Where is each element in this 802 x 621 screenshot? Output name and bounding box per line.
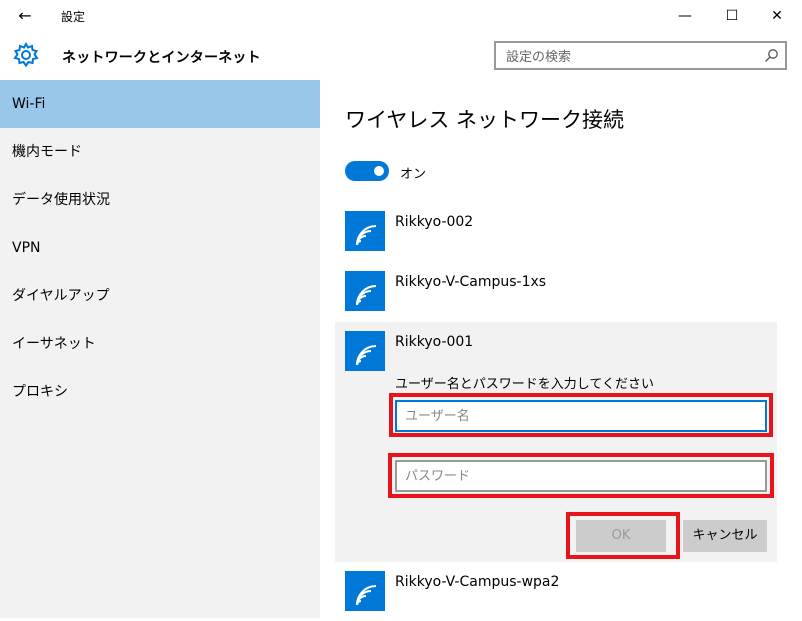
close-button[interactable]: ✕ [762, 4, 792, 28]
wifi-signal-icon [345, 331, 385, 371]
credentials-prompt: ユーザー名とパスワードを入力してください [395, 377, 654, 392]
wifi-signal-icon [345, 211, 385, 251]
settings-header: ネットワークとインターネット [0, 32, 802, 80]
network-name: Rikkyo-001 [395, 334, 474, 350]
sidebar-item-vpn[interactable]: VPN [0, 224, 320, 272]
section-title: ネットワークとインターネット [62, 50, 261, 66]
cancel-button[interactable]: キャンセル [683, 520, 767, 552]
network-name: Rikkyo-002 [395, 214, 474, 230]
sidebar-item-wifi[interactable]: Wi-Fi [0, 80, 320, 128]
search-box[interactable] [494, 41, 787, 70]
maximize-button[interactable]: ☐ [717, 4, 747, 28]
sidebar-item-dialup[interactable]: ダイヤルアップ [0, 272, 320, 320]
sidebar-item-ethernet[interactable]: イーサネット [0, 320, 320, 368]
network-item[interactable]: Rikkyo-002 [345, 211, 795, 261]
network-item[interactable]: Rikkyo-V-Campus-wpa2 [345, 571, 795, 621]
ok-highlight-box [566, 512, 680, 559]
gear-icon [13, 41, 39, 68]
network-item[interactable]: Rikkyo-V-Campus-1xs [345, 271, 795, 321]
sidebar: Wi-Fi 機内モード データ使用状況 VPN ダイヤルアップ イーサネット プ… [0, 80, 320, 618]
window-title: 設定 [61, 10, 86, 24]
page-title: ワイヤレス ネットワーク接続 [345, 108, 625, 132]
password-highlight-box [388, 453, 774, 498]
sidebar-item-airplane-mode[interactable]: 機内モード [0, 128, 320, 176]
sidebar-item-data-usage[interactable]: データ使用状況 [0, 176, 320, 224]
search-icon[interactable] [763, 48, 779, 64]
network-name: Rikkyo-V-Campus-wpa2 [395, 574, 560, 590]
username-highlight-box [389, 393, 773, 437]
sidebar-item-proxy[interactable]: プロキシ [0, 368, 320, 416]
back-arrow-icon[interactable]: ← [14, 6, 36, 26]
toggle-label: オン [400, 167, 427, 182]
minimize-button[interactable]: — [670, 4, 700, 28]
main-content: ワイヤレス ネットワーク接続 オン Rikkyo-002 Rikkyo-V-Ca… [320, 80, 802, 618]
search-input[interactable] [504, 47, 758, 67]
title-bar: ← 設定 — ☐ ✕ [0, 0, 802, 32]
wifi-signal-icon [345, 571, 385, 611]
wifi-toggle[interactable] [345, 161, 389, 181]
toggle-knob [374, 166, 384, 176]
wifi-signal-icon [345, 271, 385, 311]
network-name: Rikkyo-V-Campus-1xs [395, 274, 547, 290]
